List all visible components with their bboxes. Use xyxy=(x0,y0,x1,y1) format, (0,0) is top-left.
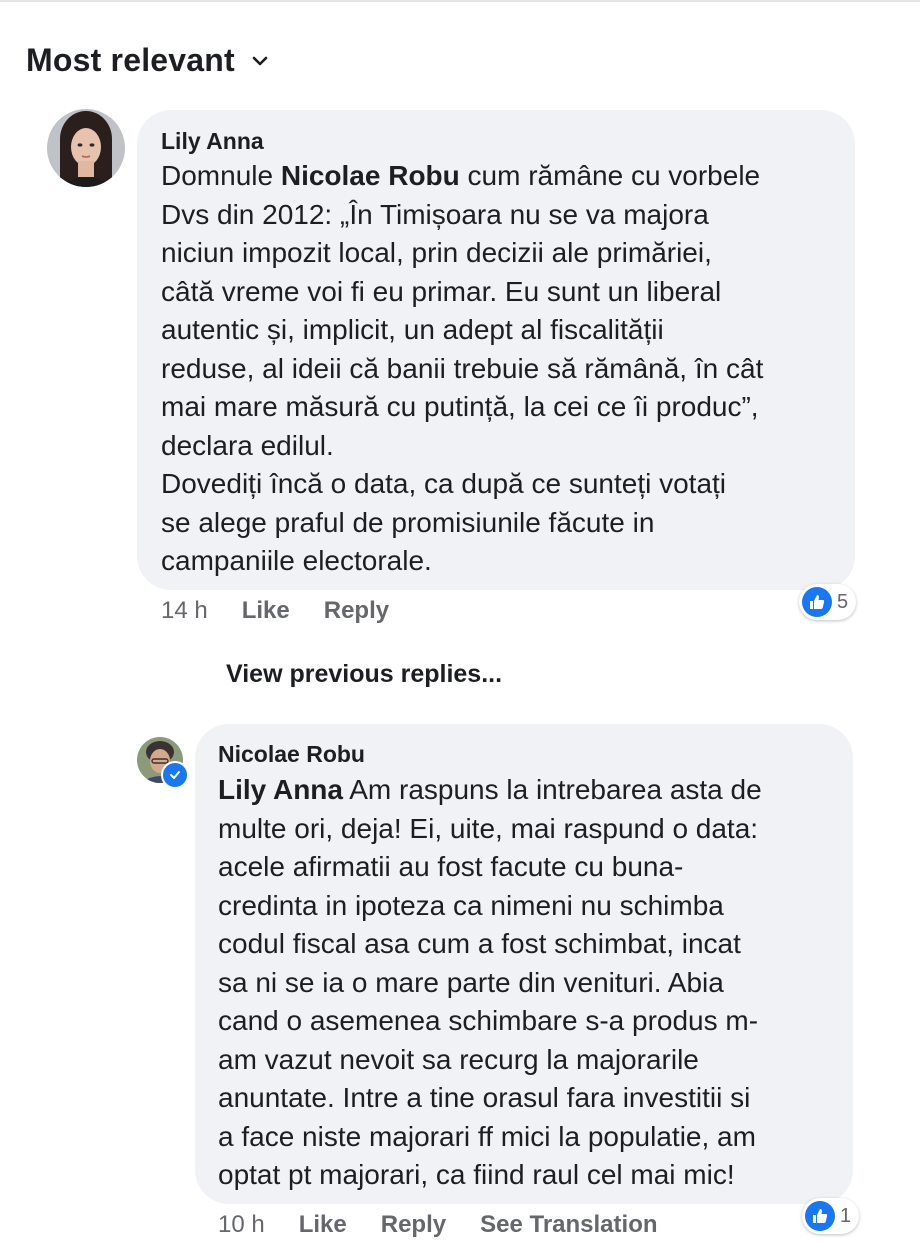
reply-reply-button[interactable]: Reply xyxy=(381,1211,446,1239)
comment-reaction-badge[interactable]: 5 xyxy=(799,584,857,620)
see-translation-button[interactable]: See Translation xyxy=(480,1211,657,1239)
thumbs-up-icon xyxy=(805,1201,835,1231)
comment-text-before: Domnule xyxy=(161,160,281,191)
reply-time[interactable]: 10 h xyxy=(218,1211,265,1239)
reply-text-after: Am raspuns la intrebarea asta de multe o… xyxy=(218,774,762,1190)
reply-author[interactable]: Nicolae Robu xyxy=(218,741,365,768)
top-divider xyxy=(0,0,920,2)
comment-like-button[interactable]: Like xyxy=(242,597,290,625)
reply-actions: 10 h Like Reply See Translation xyxy=(218,1211,692,1239)
comment-actions: 14 h Like Reply xyxy=(161,597,423,625)
mention-nicolae-robu[interactable]: Nicolae Robu xyxy=(281,160,460,191)
sort-dropdown[interactable]: Most relevant xyxy=(26,42,269,79)
comment-text: Domnule Nicolae Robu cum rămâne cu vorbe… xyxy=(161,157,851,581)
reply-reaction-count: 1 xyxy=(840,1204,852,1227)
view-previous-replies-link[interactable]: View previous replies... xyxy=(226,660,502,689)
comment-text-after: cum rămâne cu vorbele Dvs din 2012: „În … xyxy=(161,160,764,576)
thumbs-up-icon xyxy=(802,587,832,617)
reply-reaction-badge[interactable]: 1 xyxy=(802,1198,860,1234)
reply-text: Lily Anna Am raspuns la intrebarea asta … xyxy=(218,771,848,1195)
comment-author[interactable]: Lily Anna xyxy=(161,128,264,155)
comment-time[interactable]: 14 h xyxy=(161,597,208,625)
sort-label: Most relevant xyxy=(26,42,235,78)
reply-like-button[interactable]: Like xyxy=(299,1211,347,1239)
comment-reply-button[interactable]: Reply xyxy=(324,597,389,625)
avatar-lily-anna[interactable] xyxy=(47,109,125,187)
mention-lily-anna[interactable]: Lily Anna xyxy=(218,774,343,805)
comment-reaction-count: 5 xyxy=(837,590,849,613)
verified-badge-icon xyxy=(161,761,189,789)
chevron-down-icon xyxy=(252,56,268,65)
